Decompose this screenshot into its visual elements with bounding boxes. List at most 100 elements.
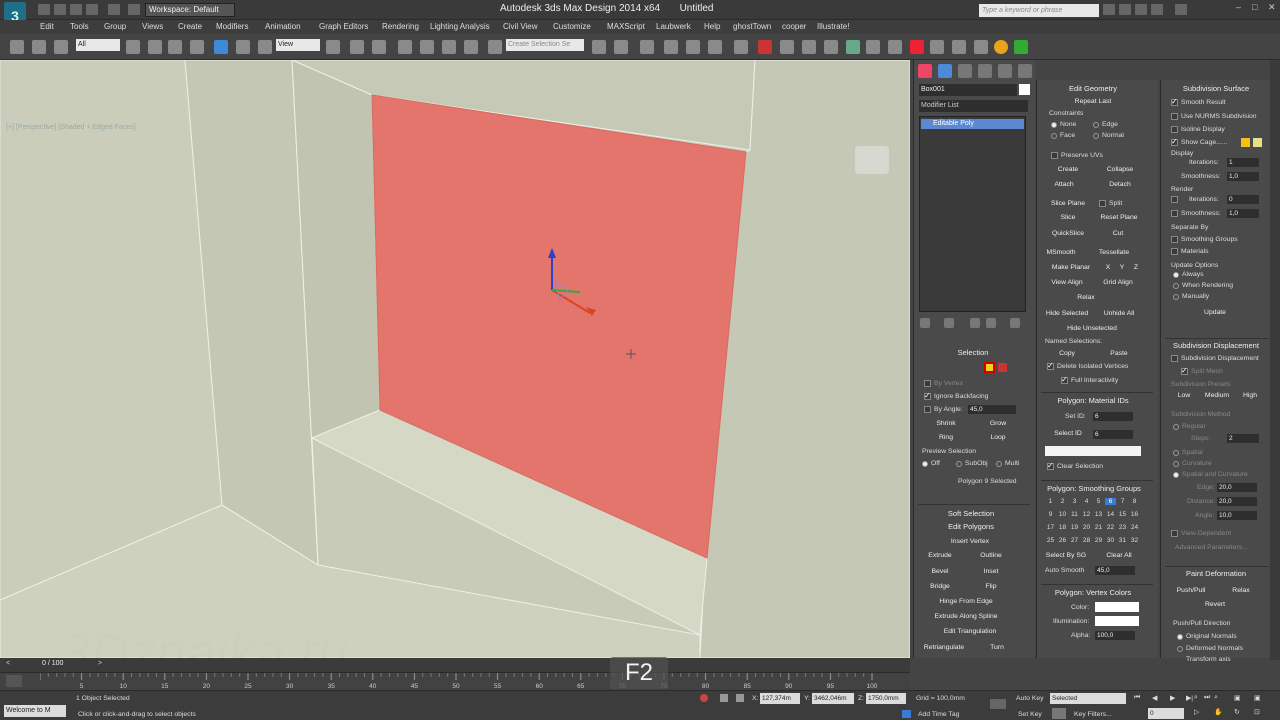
display-smoothness-spinner[interactable]: 1,0 bbox=[1227, 172, 1259, 181]
preset-medium-button[interactable]: Medium bbox=[1201, 392, 1233, 399]
select-id-spinner[interactable]: 6 bbox=[1093, 430, 1133, 439]
original-normals-radio[interactable] bbox=[1177, 634, 1183, 640]
cut-button[interactable]: Cut bbox=[1099, 230, 1137, 237]
illumination-swatch[interactable] bbox=[1095, 616, 1139, 626]
grid-align-button[interactable]: Grid Align bbox=[1097, 279, 1139, 286]
link-icon[interactable] bbox=[10, 40, 24, 54]
cage-selection-color-swatch[interactable] bbox=[1253, 138, 1262, 147]
angle-snap-icon[interactable] bbox=[420, 40, 434, 54]
polygon-mode-icon[interactable] bbox=[984, 362, 995, 373]
selection-filter-dropdown[interactable]: All bbox=[76, 39, 120, 51]
hierarchy-tab-icon[interactable] bbox=[958, 64, 972, 78]
smoothing-group-8[interactable]: 8 bbox=[1129, 498, 1140, 505]
undo-icon[interactable] bbox=[86, 4, 98, 15]
smoothing-group-19[interactable]: 19 bbox=[1069, 524, 1080, 531]
prev-frame-icon[interactable]: < bbox=[6, 660, 10, 667]
time-slider-bar[interactable]: < 0 / 100 > bbox=[0, 658, 910, 672]
window-crossing-icon[interactable] bbox=[190, 40, 204, 54]
zoom-extents-all-icon[interactable]: ▣ bbox=[1254, 694, 1260, 702]
add-time-tag-button[interactable]: Add Time Tag bbox=[918, 711, 959, 718]
reset-plane-button[interactable]: Reset Plane bbox=[1095, 214, 1143, 221]
grow-button[interactable]: Grow bbox=[980, 420, 1016, 427]
bind-spacewarp-icon[interactable] bbox=[54, 40, 68, 54]
frame-counter[interactable]: 0 / 100 bbox=[42, 660, 63, 667]
smoothing-group-6[interactable]: 6 bbox=[1105, 498, 1116, 505]
copy-button[interactable]: Copy bbox=[1051, 350, 1083, 357]
trackbar[interactable]: 5101520253035404550556065707580859095100 bbox=[0, 672, 910, 690]
rendered-frame-icon[interactable] bbox=[802, 40, 816, 54]
flip-button[interactable]: Flip bbox=[974, 583, 1008, 590]
preset-low-button[interactable]: Low bbox=[1171, 392, 1197, 399]
workspace-dropdown[interactable]: Workspace: Default bbox=[145, 3, 235, 17]
smoothing-group-30[interactable]: 30 bbox=[1105, 537, 1116, 544]
set-id-spinner[interactable]: 6 bbox=[1093, 412, 1133, 421]
menu-views[interactable]: Views bbox=[142, 22, 163, 31]
make-unique-icon[interactable] bbox=[970, 318, 980, 328]
update-manually-radio[interactable] bbox=[1173, 294, 1179, 300]
smoothing-group-14[interactable]: 14 bbox=[1105, 511, 1116, 518]
goto-start-icon[interactable]: ⏮ bbox=[1134, 694, 1140, 702]
menu-maxscript[interactable]: MAXScript bbox=[607, 22, 645, 31]
render-setup-icon[interactable] bbox=[780, 40, 794, 54]
method-spatial-radio[interactable] bbox=[1173, 450, 1179, 456]
menu-cooper[interactable]: cooper bbox=[782, 22, 806, 31]
smoothing-group-5[interactable]: 5 bbox=[1093, 498, 1104, 505]
smoothing-group-31[interactable]: 31 bbox=[1117, 537, 1128, 544]
smoothing-group-13[interactable]: 13 bbox=[1093, 511, 1104, 518]
absolute-mode-icon[interactable] bbox=[736, 694, 744, 702]
unlink-icon[interactable] bbox=[32, 40, 46, 54]
use-nurms-checkbox[interactable] bbox=[1171, 113, 1178, 120]
smoothing-group-24[interactable]: 24 bbox=[1129, 524, 1140, 531]
method-curvature-radio[interactable] bbox=[1173, 461, 1179, 467]
play-script-icon[interactable] bbox=[1014, 40, 1028, 54]
planarize-y-button[interactable]: Y bbox=[1117, 264, 1127, 271]
auto-smooth-label[interactable]: Auto Smooth bbox=[1045, 567, 1084, 574]
view-dependent-checkbox[interactable] bbox=[1171, 530, 1178, 537]
by-angle-spinner[interactable]: 45,0 bbox=[968, 405, 1016, 414]
smooth-result-checkbox[interactable] bbox=[1171, 97, 1178, 106]
zoom-all-icon[interactable]: ⌕ bbox=[1214, 694, 1218, 702]
show-end-result-icon[interactable] bbox=[944, 318, 954, 328]
create-button[interactable]: Create bbox=[1047, 166, 1089, 173]
attach-button[interactable]: Attach bbox=[1043, 181, 1085, 188]
smoothing-group-25[interactable]: 25 bbox=[1045, 537, 1056, 544]
minimize-icon[interactable]: – bbox=[1236, 2, 1246, 12]
select-by-sg-button[interactable]: Select By SG bbox=[1043, 552, 1089, 559]
tessellate-button[interactable]: Tessellate bbox=[1093, 249, 1135, 256]
viewcube-icon[interactable] bbox=[855, 146, 889, 174]
object-name-field[interactable]: Box001 bbox=[919, 84, 1017, 96]
paint-deformation-rollout[interactable]: Paint Deformation bbox=[1161, 569, 1271, 578]
method-spatial-curvature-radio[interactable] bbox=[1173, 472, 1179, 478]
update-rendering-radio[interactable] bbox=[1173, 283, 1179, 289]
by-angle-checkbox[interactable] bbox=[924, 406, 931, 413]
y-coord-field[interactable]: 3462,046m bbox=[812, 693, 854, 704]
utilities-tab-icon[interactable] bbox=[1018, 64, 1032, 78]
smoothing-group-12[interactable]: 12 bbox=[1081, 511, 1092, 518]
separate-smoothing-groups-checkbox[interactable] bbox=[1171, 236, 1178, 243]
msmooth-button[interactable]: MSmooth bbox=[1043, 249, 1079, 256]
distance-spinner[interactable]: 20,0 bbox=[1217, 497, 1257, 506]
relax-paint-button[interactable]: Relax bbox=[1221, 587, 1261, 594]
edit-triangulation-button[interactable]: Edit Triangulation bbox=[932, 628, 1008, 635]
smoothing-group-21[interactable]: 21 bbox=[1093, 524, 1104, 531]
select-id-button[interactable]: Select ID bbox=[1047, 430, 1089, 437]
steps-spinner[interactable]: 2 bbox=[1227, 434, 1259, 443]
extrude-along-spline-button[interactable]: Extrude Along Spline bbox=[924, 613, 1008, 620]
lock-selection-icon[interactable] bbox=[720, 694, 728, 702]
update-button[interactable]: Update bbox=[1191, 309, 1239, 316]
maximize-viewport-icon[interactable]: ⊡ bbox=[1254, 708, 1260, 716]
push-pull-button[interactable]: Push/Pull bbox=[1169, 587, 1213, 594]
constraint-edge-radio[interactable] bbox=[1093, 122, 1099, 128]
sr-icon[interactable] bbox=[758, 40, 772, 54]
next-frame-icon[interactable]: > bbox=[98, 660, 102, 667]
subdivision-surface-rollout[interactable]: Subdivision Surface bbox=[1161, 84, 1271, 93]
smoothing-group-9[interactable]: 9 bbox=[1045, 511, 1056, 518]
perspective-viewport[interactable]: [+] [Perspective] [Shaded + Edged Faces]… bbox=[0, 60, 910, 658]
maximize-icon[interactable]: □ bbox=[1252, 2, 1262, 12]
separate-materials-checkbox[interactable] bbox=[1171, 248, 1178, 255]
render-smoothness-checkbox[interactable] bbox=[1171, 210, 1178, 217]
smoothing-group-1[interactable]: 1 bbox=[1045, 498, 1056, 505]
search-input[interactable]: Type a keyword or phrase bbox=[979, 4, 1099, 17]
edge-spinner[interactable]: 20,0 bbox=[1217, 483, 1257, 492]
snaps-toggle-icon[interactable] bbox=[398, 40, 412, 54]
